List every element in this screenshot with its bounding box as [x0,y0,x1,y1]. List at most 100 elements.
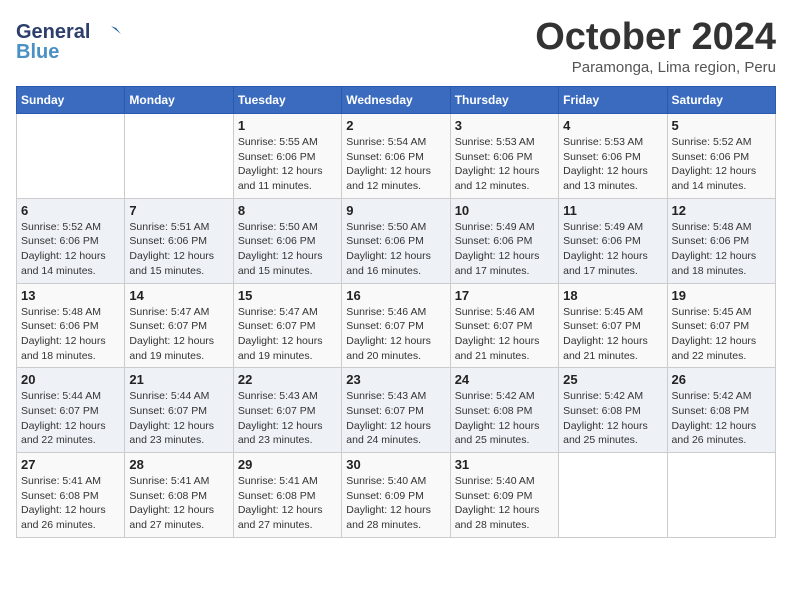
day-info: Sunrise: 5:49 AMSunset: 6:06 PMDaylight:… [563,220,662,279]
day-info: Sunrise: 5:41 AMSunset: 6:08 PMDaylight:… [238,474,337,533]
day-number: 6 [21,203,120,218]
subtitle: Paramonga, Lima region, Peru [535,59,776,76]
table-row: 8Sunrise: 5:50 AMSunset: 6:06 PMDaylight… [233,198,341,283]
calendar-week-row: 27 Sunrise: 5:41 AMSunset: 6:08 PMDayligh… [17,453,776,538]
day-info: Sunrise: 5:50 AMSunset: 6:06 PMDaylight:… [346,220,445,279]
day-number: 14 [129,288,228,303]
day-info: Sunrise: 5:55 AMSunset: 6:06 PMDaylight:… [238,135,337,194]
day-info: Sunrise: 5:47 AMSunset: 6:07 PMDaylight:… [129,305,228,364]
day-info: Sunrise: 5:46 AMSunset: 6:07 PMDaylight:… [455,305,554,364]
table-row: 24Sunrise: 5:42 AMSunset: 6:08 PMDayligh… [450,368,558,453]
day-number: 13 [21,288,120,303]
table-row [125,114,233,199]
calendar-header-row: Sunday Monday Tuesday Wednesday Thursday… [17,87,776,114]
day-number: 15 [238,288,337,303]
day-number: 25 [563,372,662,387]
month-title: October 2024 [535,16,776,59]
table-row: 29 Sunrise: 5:41 AMSunset: 6:08 PMDayligh… [233,453,341,538]
day-info: Sunrise: 5:42 AMSunset: 6:08 PMDaylight:… [563,389,662,448]
logo: GeneralBlue [16,16,136,66]
day-number: 2 [346,118,445,133]
day-info: Sunrise: 5:53 AMSunset: 6:06 PMDaylight:… [455,135,554,194]
calendar-table: Sunday Monday Tuesday Wednesday Thursday… [16,86,776,538]
day-info: Sunrise: 5:40 AMSunset: 6:09 PMDaylight:… [346,474,445,533]
table-row: 22 Sunrise: 5:43 AMSunset: 6:07 PMDayligh… [233,368,341,453]
day-number: 10 [455,203,554,218]
day-number: 30 [346,457,445,472]
calendar-week-row: 6 Sunrise: 5:52 AMSunset: 6:06 PMDaylight… [17,198,776,283]
table-row: 2 Sunrise: 5:54 AMSunset: 6:06 PMDaylight… [342,114,450,199]
day-number: 11 [563,203,662,218]
table-row: 31 Sunrise: 5:40 AMSunset: 6:09 PMDayligh… [450,453,558,538]
day-info: Sunrise: 5:42 AMSunset: 6:08 PMDaylight:… [455,389,554,448]
table-row: 12 Sunrise: 5:48 AMSunset: 6:06 PMDayligh… [667,198,775,283]
svg-text:Blue: Blue [16,41,59,63]
day-info: Sunrise: 5:50 AMSunset: 6:06 PMDaylight:… [238,220,337,279]
calendar-week-row: 13 Sunrise: 5:48 AMSunset: 6:06 PMDayligh… [17,283,776,368]
calendar-week-row: 20 Sunrise: 5:44 AMSunset: 6:07 PMDayligh… [17,368,776,453]
table-row: 16Sunrise: 5:46 AMSunset: 6:07 PMDayligh… [342,283,450,368]
day-number: 18 [563,288,662,303]
day-number: 16 [346,288,445,303]
day-number: 4 [563,118,662,133]
day-info: Sunrise: 5:48 AMSunset: 6:06 PMDaylight:… [672,220,771,279]
table-row: 27Sunrise: 5:41 AMSunset: 6:08 PMDayligh… [17,453,125,538]
day-info: Sunrise: 5:52 AMSunset: 6:06 PMDaylight:… [21,220,120,279]
day-info: Sunrise: 5:45 AMSunset: 6:07 PMDaylight:… [563,305,662,364]
table-row: 19 Sunrise: 5:45 AMSunset: 6:07 PMDayligh… [667,283,775,368]
day-number: 26 [672,372,771,387]
day-number: 12 [672,203,771,218]
day-number: 5 [672,118,771,133]
col-tuesday: Tuesday [233,87,341,114]
table-row: 6 Sunrise: 5:52 AMSunset: 6:06 PMDaylight… [17,198,125,283]
day-number: 21 [129,372,228,387]
day-info: Sunrise: 5:42 AMSunset: 6:08 PMDaylight:… [672,389,771,448]
day-number: 3 [455,118,554,133]
day-number: 19 [672,288,771,303]
table-row: 4 Sunrise: 5:53 AMSunset: 6:06 PMDaylight… [559,114,667,199]
table-row: 11 Sunrise: 5:49 AMSunset: 6:06 PMDayligh… [559,198,667,283]
day-info: Sunrise: 5:49 AMSunset: 6:06 PMDaylight:… [455,220,554,279]
day-info: Sunrise: 5:45 AMSunset: 6:07 PMDaylight:… [672,305,771,364]
table-row: 28Sunrise: 5:41 AMSunset: 6:08 PMDayligh… [125,453,233,538]
day-info: Sunrise: 5:44 AMSunset: 6:07 PMDaylight:… [129,389,228,448]
table-row: 21 Sunrise: 5:44 AMSunset: 6:07 PMDayligh… [125,368,233,453]
day-info: Sunrise: 5:51 AMSunset: 6:06 PMDaylight:… [129,220,228,279]
day-info: Sunrise: 5:47 AMSunset: 6:07 PMDaylight:… [238,305,337,364]
table-row [667,453,775,538]
day-number: 22 [238,372,337,387]
table-row: 15 Sunrise: 5:47 AMSunset: 6:07 PMDayligh… [233,283,341,368]
table-row: 18 Sunrise: 5:45 AMSunset: 6:07 PMDayligh… [559,283,667,368]
day-info: Sunrise: 5:54 AMSunset: 6:06 PMDaylight:… [346,135,445,194]
table-row: 9Sunrise: 5:50 AMSunset: 6:06 PMDaylight… [342,198,450,283]
day-number: 1 [238,118,337,133]
day-info: Sunrise: 5:53 AMSunset: 6:06 PMDaylight:… [563,135,662,194]
table-row [17,114,125,199]
col-friday: Friday [559,87,667,114]
day-number: 17 [455,288,554,303]
table-row: 30 Sunrise: 5:40 AMSunset: 6:09 PMDayligh… [342,453,450,538]
day-number: 7 [129,203,228,218]
col-sunday: Sunday [17,87,125,114]
table-row: 20Sunrise: 5:44 AMSunset: 6:07 PMDayligh… [17,368,125,453]
table-row: 14 Sunrise: 5:47 AMSunset: 6:07 PMDayligh… [125,283,233,368]
table-row: 3 Sunrise: 5:53 AMSunset: 6:06 PMDaylight… [450,114,558,199]
table-row: 23 Sunrise: 5:43 AMSunset: 6:07 PMDayligh… [342,368,450,453]
day-info: Sunrise: 5:52 AMSunset: 6:06 PMDaylight:… [672,135,771,194]
day-number: 23 [346,372,445,387]
table-row: 26 Sunrise: 5:42 AMSunset: 6:08 PMDayligh… [667,368,775,453]
col-saturday: Saturday [667,87,775,114]
day-number: 28 [129,457,228,472]
day-number: 20 [21,372,120,387]
page-header: GeneralBlue October 2024 Paramonga, Lima… [16,16,776,76]
day-number: 29 [238,457,337,472]
svg-text:General: General [16,21,90,43]
day-info: Sunrise: 5:40 AMSunset: 6:09 PMDaylight:… [455,474,554,533]
day-info: Sunrise: 5:43 AMSunset: 6:07 PMDaylight:… [238,389,337,448]
table-row: 10 Sunrise: 5:49 AMSunset: 6:06 PMDayligh… [450,198,558,283]
day-number: 31 [455,457,554,472]
day-info: Sunrise: 5:48 AMSunset: 6:06 PMDaylight:… [21,305,120,364]
day-number: 27 [21,457,120,472]
table-row: 7 Sunrise: 5:51 AMSunset: 6:06 PMDaylight… [125,198,233,283]
day-info: Sunrise: 5:43 AMSunset: 6:07 PMDaylight:… [346,389,445,448]
